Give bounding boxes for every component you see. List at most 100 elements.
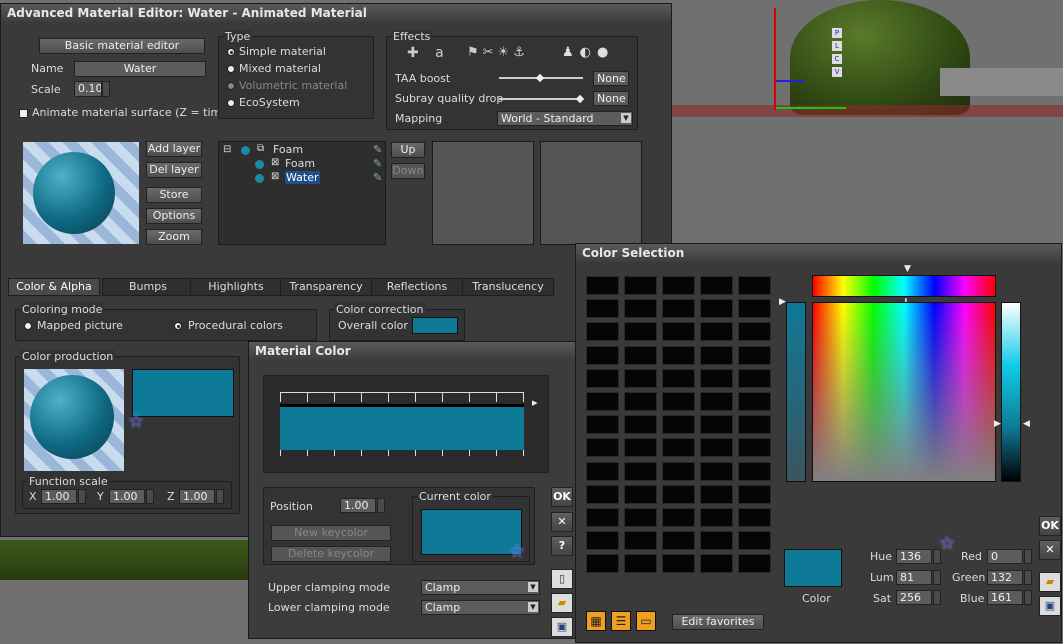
favorite-color-cell[interactable] [738, 276, 771, 295]
taa-value[interactable]: None [593, 71, 629, 86]
add-layer-button[interactable]: Add layer [146, 141, 202, 157]
lower-clamp-dropdown[interactable]: Clamp ▼ [421, 600, 540, 615]
hue-marker-icon[interactable]: ▼ [904, 264, 911, 274]
favorite-color-cell[interactable] [738, 461, 771, 481]
luminance-strip[interactable] [1001, 302, 1021, 482]
window-title[interactable]: Advanced Material Editor: Water - Animat… [1, 4, 671, 22]
favorite-color-cell[interactable] [738, 438, 771, 458]
save-disk-icon[interactable]: ▣ [551, 617, 573, 637]
material-preview[interactable] [23, 142, 139, 244]
favorite-color-cell[interactable] [738, 508, 771, 527]
favorite-color-cell[interactable] [586, 415, 619, 435]
options-button[interactable]: Options [146, 208, 202, 224]
hue-spinner[interactable] [933, 549, 941, 564]
favorite-color-cell[interactable] [738, 392, 771, 411]
favorite-color-cell[interactable] [586, 368, 619, 388]
green-spinner[interactable] [1024, 570, 1032, 585]
tree-item-foam[interactable]: ⊠ Foam ✎ [239, 157, 383, 171]
close-button[interactable]: ✕ [551, 512, 573, 532]
gradient-arrow-icon[interactable]: ▸ [532, 396, 538, 409]
favorite-color-cell[interactable] [624, 276, 657, 295]
blue-spinner[interactable] [1024, 590, 1032, 605]
favorite-color-cell[interactable] [662, 415, 695, 435]
layer-down-button[interactable]: Down [391, 163, 425, 179]
tab-color-alpha[interactable]: Color & Alpha [8, 278, 100, 296]
favorite-color-cell[interactable] [662, 438, 695, 458]
favorite-color-cell[interactable] [662, 322, 695, 342]
favorite-color-cell[interactable] [624, 299, 657, 319]
favorite-star-icon[interactable]: ☆ [128, 411, 144, 432]
overall-color-swatch[interactable] [412, 317, 458, 334]
green-field[interactable]: 132 [987, 570, 1023, 585]
tab-bumps[interactable]: Bumps [102, 278, 194, 296]
list-view-icon[interactable]: ☰ [611, 611, 631, 631]
type-radio-mixed[interactable] [227, 65, 235, 73]
mapping-dropdown[interactable]: World - Standard ▼ [497, 111, 633, 126]
gizmo-p[interactable]: P [832, 28, 842, 38]
tab-translucency[interactable]: Translucency [462, 278, 554, 296]
favorite-color-cell[interactable] [700, 508, 733, 527]
subray-thumb[interactable] [575, 94, 585, 104]
effects-tool-icons[interactable]: ⚑✂☀⚓ [467, 45, 529, 60]
favorite-color-cell[interactable] [738, 368, 771, 388]
favorite-color-cell[interactable] [700, 531, 733, 551]
type-radio-simple[interactable] [227, 48, 235, 56]
zoom-button[interactable]: Zoom [146, 229, 202, 245]
favorite-color-cell[interactable] [586, 531, 619, 551]
favorite-color-cell[interactable] [624, 368, 657, 388]
favorite-color-cell[interactable] [662, 554, 695, 574]
mapped-picture-radio[interactable] [24, 322, 32, 330]
favorite-star-icon[interactable]: ☆ [939, 533, 955, 554]
favorite-color-cell[interactable] [624, 392, 657, 411]
fy-field[interactable]: 1.00 [109, 489, 145, 504]
scale-spinner[interactable] [102, 81, 110, 97]
favorite-color-cell[interactable] [586, 554, 619, 574]
ok-button[interactable]: OK [551, 487, 573, 507]
lum-field[interactable]: 81 [896, 570, 932, 585]
favorite-color-cell[interactable] [586, 345, 619, 365]
type-radio-ecosystem[interactable] [227, 99, 235, 107]
favorite-color-cell[interactable] [662, 299, 695, 319]
subray-slider[interactable] [499, 98, 583, 100]
favorite-color-cell[interactable] [662, 368, 695, 388]
open-folder-icon[interactable]: ▰ [1039, 572, 1061, 592]
lum-marker-left-icon[interactable]: ▶ [994, 419, 1001, 429]
tree-item-foam-root[interactable]: ⊟ ⧉ Foam ✎ [223, 143, 383, 157]
taa-thumb[interactable] [535, 73, 545, 83]
lum-spinner[interactable] [933, 570, 941, 585]
layer-up-button[interactable]: Up [391, 142, 425, 158]
gizmo-c[interactable]: C [832, 54, 842, 64]
subray-value[interactable]: None [593, 91, 629, 106]
gizmo-l[interactable]: L [832, 41, 842, 51]
favorite-color-cell[interactable] [624, 554, 657, 574]
favorite-color-cell[interactable] [586, 484, 619, 504]
favorite-color-cell[interactable] [700, 392, 733, 411]
close-button[interactable]: ✕ [1039, 540, 1061, 560]
favorite-color-cell[interactable] [586, 392, 619, 411]
grid-view-icon[interactable]: ▦ [586, 611, 606, 631]
favorite-color-cell[interactable] [586, 461, 619, 481]
production-preview[interactable] [24, 369, 124, 471]
favorite-color-cell[interactable] [662, 461, 695, 481]
favorite-color-cell[interactable] [738, 415, 771, 435]
fx-spinner[interactable] [78, 489, 86, 504]
effects-icons[interactable]: ✚ a [407, 45, 450, 61]
collapse-icon[interactable]: ⊟ [223, 144, 231, 155]
favorite-color-cell[interactable] [738, 531, 771, 551]
favorite-color-cell[interactable] [662, 345, 695, 365]
favorite-color-cell[interactable] [586, 508, 619, 527]
ok-button[interactable]: OK [1039, 516, 1061, 536]
saturation-strip[interactable] [786, 302, 806, 482]
favorite-color-cell[interactable] [662, 484, 695, 504]
selected-color-swatch[interactable] [784, 549, 842, 587]
favorite-color-cell[interactable] [624, 461, 657, 481]
material-color-title[interactable]: Material Color [249, 342, 575, 360]
swatch-view-icon[interactable]: ▭ [636, 611, 656, 631]
sat-spinner[interactable] [933, 590, 941, 605]
edit-icon[interactable]: ✎ [373, 157, 382, 170]
scale-field[interactable]: 0.10 [74, 81, 102, 97]
favorite-color-cell[interactable] [700, 276, 733, 295]
sat-marker-icon[interactable]: ▶ [779, 297, 786, 307]
favorite-color-cell[interactable] [662, 508, 695, 527]
new-file-icon[interactable]: ▯ [551, 569, 573, 589]
